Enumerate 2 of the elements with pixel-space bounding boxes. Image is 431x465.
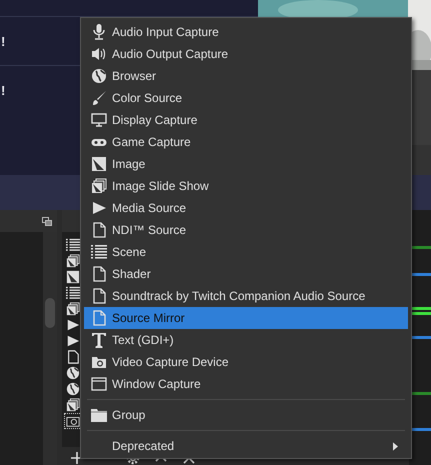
chat-message: ! <box>1 34 6 48</box>
chat-message: ! <box>1 82 6 98</box>
